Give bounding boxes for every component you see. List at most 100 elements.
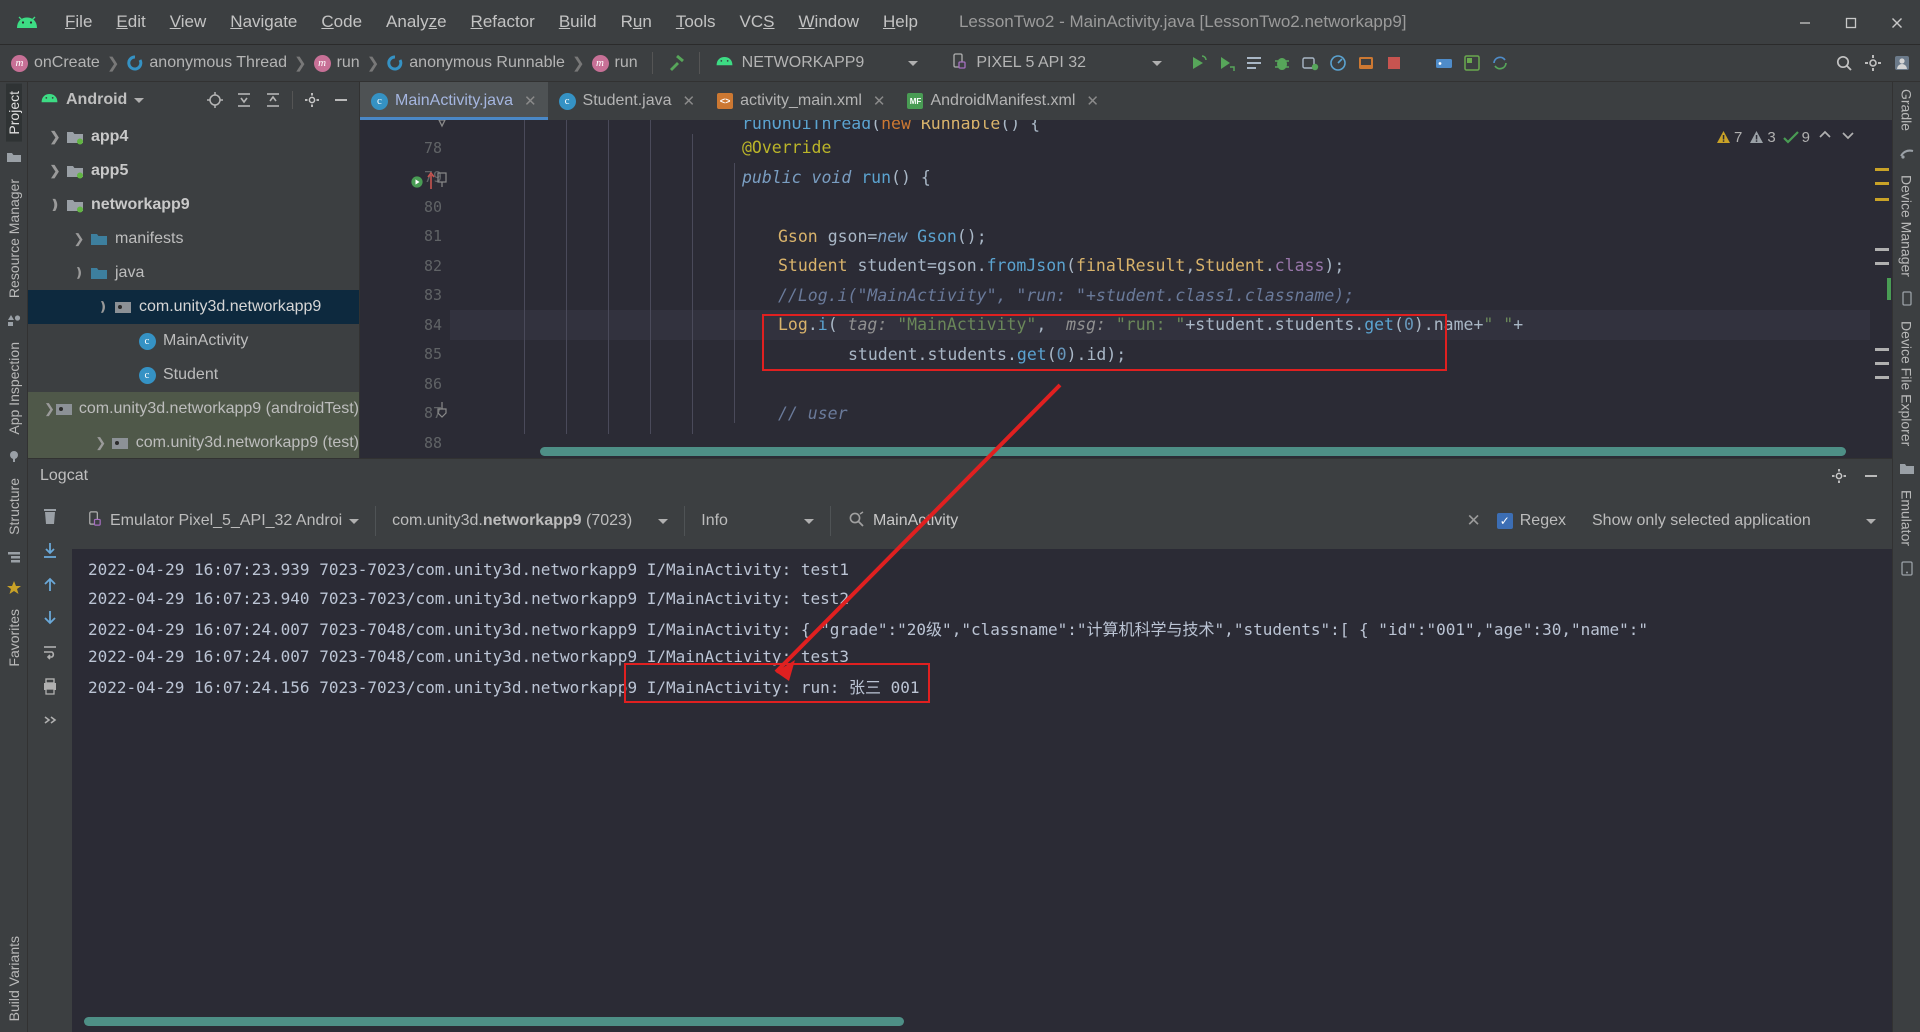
chevron-right-icon[interactable]: ❯ bbox=[44, 401, 55, 417]
close-icon[interactable]: ✕ bbox=[683, 92, 696, 110]
menu-bar[interactable]: File Edit View Navigate Code Analyze Ref… bbox=[54, 8, 929, 36]
regex-toggle[interactable]: ✓ Regex bbox=[1489, 505, 1574, 537]
inspection-summary[interactable]: 7 3 9 bbox=[1716, 128, 1856, 146]
expand-all-icon[interactable] bbox=[260, 87, 286, 113]
gear-icon[interactable] bbox=[1826, 463, 1852, 489]
more-options-icon[interactable] bbox=[35, 705, 65, 735]
down-icon[interactable] bbox=[35, 603, 65, 633]
sidebar-tab-device-manager[interactable]: Device Manager bbox=[1899, 168, 1915, 284]
print-icon[interactable] bbox=[35, 671, 65, 701]
editor-horizontal-scrollbar[interactable] bbox=[540, 447, 1846, 456]
editor-marker-bar[interactable] bbox=[1870, 120, 1892, 458]
tree-item-java[interactable]: ❫ java bbox=[28, 256, 359, 290]
menu-window[interactable]: Window bbox=[788, 8, 870, 36]
close-icon[interactable]: ✕ bbox=[873, 92, 886, 110]
sidebar-tab-emulator[interactable]: Emulator bbox=[1899, 483, 1915, 553]
run-button[interactable] bbox=[1184, 48, 1212, 78]
apply-changes-icon[interactable] bbox=[1240, 48, 1268, 78]
chevron-right-icon[interactable]: ❯ bbox=[92, 435, 109, 451]
close-icon[interactable]: ✕ bbox=[1467, 511, 1481, 531]
tree-item-package-test[interactable]: ❯ com.unity3d.networkapp9 (test) bbox=[28, 426, 359, 458]
target-icon[interactable] bbox=[202, 87, 228, 113]
minimize-icon[interactable] bbox=[1858, 463, 1884, 489]
code-view[interactable]: 78 79 80 81 82 83 84 85 86 87 88 runOnUi… bbox=[360, 120, 1892, 458]
project-tree[interactable]: ❯ app4 ❯ app5 ❫ networkapp9 ❯ manifests … bbox=[28, 118, 359, 458]
tab-student-java[interactable]: c Student.java ✕ bbox=[548, 82, 707, 120]
menu-help[interactable]: Help bbox=[872, 8, 929, 36]
code-fold-icon[interactable] bbox=[436, 120, 448, 137]
menu-navigate[interactable]: Navigate bbox=[219, 8, 308, 36]
chevron-right-icon[interactable]: ❯ bbox=[46, 129, 64, 145]
breadcrumb-item-run-1[interactable]: m run bbox=[309, 52, 365, 74]
breadcrumb-item-oncreate[interactable]: m onCreate bbox=[6, 52, 105, 74]
code-fold-icon[interactable] bbox=[436, 402, 448, 423]
attach-debugger-icon[interactable] bbox=[1296, 48, 1324, 78]
log-level-combo[interactable]: Info bbox=[693, 505, 822, 537]
menu-edit[interactable]: Edit bbox=[105, 8, 156, 36]
debug-button[interactable] bbox=[1268, 48, 1296, 78]
tree-item-app5[interactable]: ❯ app5 bbox=[28, 154, 359, 188]
process-combo[interactable]: com.unity3d.networkapp9 (7023) bbox=[384, 505, 676, 537]
scope-filter-combo[interactable]: Show only selected application bbox=[1584, 505, 1884, 537]
code-fold-icon[interactable] bbox=[436, 172, 448, 193]
tree-item-mainactivity[interactable]: c MainActivity bbox=[28, 324, 359, 358]
menu-run[interactable]: Run bbox=[610, 8, 663, 36]
sync-gradle-icon[interactable] bbox=[1486, 48, 1514, 78]
menu-tools[interactable]: Tools bbox=[665, 8, 727, 36]
run-configuration-selector[interactable]: NETWORKAPP9 bbox=[709, 50, 925, 77]
close-button[interactable] bbox=[1874, 0, 1920, 45]
maximize-button[interactable] bbox=[1828, 0, 1874, 45]
stop-button[interactable] bbox=[1380, 48, 1408, 78]
sidebar-tab-favorites[interactable]: Favorites bbox=[6, 602, 22, 674]
tree-item-app4[interactable]: ❯ app4 bbox=[28, 120, 359, 154]
breadcrumb-item-anonymous-thread[interactable]: anonymous Thread bbox=[121, 52, 292, 74]
tree-item-package-androidtest[interactable]: ❯ com.unity3d.networkapp9 (androidTest) bbox=[28, 392, 359, 426]
sidebar-tab-device-file-explorer[interactable]: Device File Explorer bbox=[1899, 314, 1915, 453]
tree-item-networkapp9[interactable]: ❫ networkapp9 bbox=[28, 188, 359, 222]
tab-activity-main-xml[interactable]: <> activity_main.xml ✕ bbox=[706, 82, 896, 120]
chevron-right-icon[interactable]: ❯ bbox=[46, 163, 64, 179]
user-account-icon[interactable] bbox=[1888, 48, 1916, 78]
menu-code[interactable]: Code bbox=[310, 8, 373, 36]
chevron-down-icon[interactable]: ❫ bbox=[46, 197, 64, 213]
close-icon[interactable]: ✕ bbox=[1086, 92, 1099, 110]
sidebar-tab-structure[interactable]: Structure bbox=[6, 471, 22, 542]
chevron-down-icon[interactable]: ❫ bbox=[70, 265, 88, 281]
menu-view[interactable]: View bbox=[159, 8, 218, 36]
sdk-manager-icon[interactable] bbox=[1430, 48, 1458, 78]
logcat-output[interactable]: 2022-04-29 16:07:23.939 7023-7023/com.un… bbox=[72, 549, 1892, 1032]
chevron-down-icon[interactable]: ❫ bbox=[94, 299, 112, 315]
chevron-down-icon[interactable] bbox=[134, 97, 145, 103]
logcat-horizontal-scrollbar[interactable] bbox=[84, 1017, 904, 1026]
profiler-icon[interactable] bbox=[1324, 48, 1352, 78]
avd-manager-icon[interactable] bbox=[1352, 48, 1380, 78]
menu-analyze[interactable]: Analyze bbox=[375, 8, 458, 36]
layout-editor-icon[interactable] bbox=[1458, 48, 1486, 78]
logcat-search[interactable]: ✕ bbox=[839, 505, 1489, 537]
code-text-area[interactable]: runOnUiThread(new Runnable() { @Override… bbox=[450, 120, 1870, 458]
tab-androidmanifest-xml[interactable]: MF AndroidManifest.xml ✕ bbox=[896, 82, 1110, 120]
soft-wrap-icon[interactable] bbox=[35, 637, 65, 667]
minimize-button[interactable] bbox=[1782, 0, 1828, 45]
sidebar-tab-build-variants[interactable]: Build Variants bbox=[6, 929, 22, 1028]
hammer-icon[interactable] bbox=[662, 48, 690, 78]
override-arrow-icon[interactable] bbox=[426, 171, 436, 195]
tab-mainactivity-java[interactable]: c MainActivity.java ✕ bbox=[360, 82, 548, 120]
menu-build[interactable]: Build bbox=[548, 8, 608, 36]
sidebar-tab-gradle[interactable]: Gradle bbox=[1899, 82, 1915, 138]
breadcrumb-item-anonymous-runnable[interactable]: anonymous Runnable bbox=[381, 52, 570, 74]
chevron-right-icon[interactable]: ❯ bbox=[70, 231, 88, 247]
next-problem-icon[interactable] bbox=[1840, 128, 1856, 146]
run-gutter-icon[interactable] bbox=[410, 175, 424, 194]
menu-vcs[interactable]: VCS bbox=[729, 8, 786, 36]
scroll-to-end-icon[interactable] bbox=[35, 535, 65, 565]
settings-icon[interactable] bbox=[1859, 48, 1887, 78]
sidebar-tab-app-inspection[interactable]: App Inspection bbox=[6, 335, 22, 442]
line-number-gutter[interactable]: 78 79 80 81 82 83 84 85 86 87 88 bbox=[360, 120, 450, 458]
menu-refactor[interactable]: Refactor bbox=[460, 8, 546, 36]
device-selector[interactable]: PIXEL 5 API 32 bbox=[944, 50, 1168, 77]
logcat-search-input[interactable] bbox=[872, 512, 1459, 530]
hide-panel-icon[interactable] bbox=[328, 87, 354, 113]
sidebar-tab-resource-manager[interactable]: Resource Manager bbox=[6, 172, 22, 305]
clear-all-icon[interactable] bbox=[35, 501, 65, 531]
